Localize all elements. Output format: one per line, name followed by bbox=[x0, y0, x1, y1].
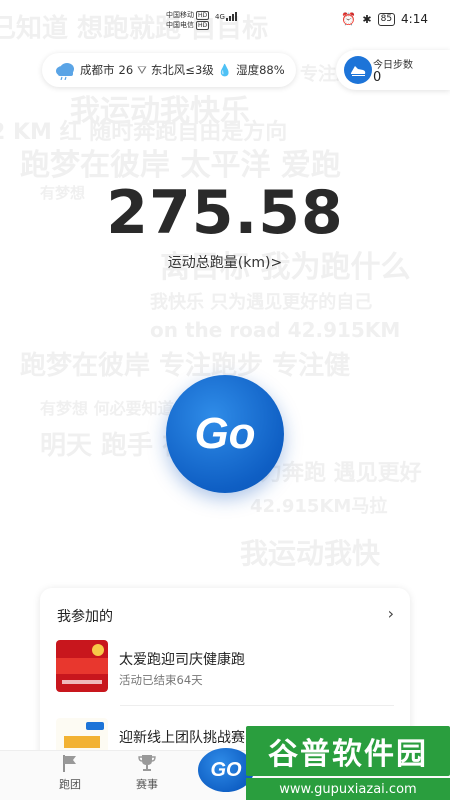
weather-wind: 东北风≤3级 bbox=[150, 63, 214, 77]
nav-label: 跑团 bbox=[59, 778, 81, 791]
wind-icon: ⛛ bbox=[137, 62, 147, 77]
steps-value: 0 bbox=[373, 70, 382, 85]
flag-icon bbox=[63, 755, 76, 772]
nav-item-events[interactable]: 赛事 bbox=[117, 753, 177, 792]
cloud-rain-icon bbox=[54, 62, 76, 80]
carrier-1: 中国移动 bbox=[166, 11, 194, 19]
event-name: 迎新线上团队挑战赛 bbox=[119, 730, 245, 746]
start-run-button[interactable]: Go bbox=[166, 375, 284, 493]
background-line: 我运动我快 bbox=[240, 537, 381, 570]
event-name: 太爱跑迎司庆健康跑 bbox=[119, 652, 245, 668]
status-bar: 中国移动 HD 中国电信 HD 4G ⏰ ✱ 85 4:14 bbox=[0, 0, 450, 40]
battery-icon: 85 bbox=[377, 12, 396, 26]
background-line: 我快乐 只为遇见更好的自己 bbox=[150, 292, 373, 313]
total-distance: 275.58 bbox=[106, 178, 344, 248]
background-line: 42.915KM马拉 bbox=[250, 496, 388, 517]
background-line: 跑梦在彼岸 专注跑步 专注健 bbox=[20, 351, 351, 381]
weather-city: 成都市 bbox=[80, 63, 115, 77]
signal-icon: 4G bbox=[215, 12, 237, 21]
carrier-2: 中国电信 bbox=[166, 21, 194, 29]
background-line: 力奔跑 遇见更好 bbox=[260, 461, 422, 486]
go-label: Go bbox=[194, 409, 256, 458]
divider bbox=[120, 705, 394, 706]
shoe-icon bbox=[344, 56, 372, 84]
total-distance-link[interactable]: 运动总跑量(km)> bbox=[0, 252, 450, 272]
nav-item-team[interactable]: 跑团 bbox=[40, 753, 100, 792]
background-line: on the road 42.915KM bbox=[150, 318, 401, 342]
carrier-info: 中国移动 HD 中国电信 HD bbox=[166, 10, 210, 30]
clock: 4:14 bbox=[401, 12, 428, 26]
status-right: ⏰ ✱ 85 4:14 bbox=[341, 12, 428, 26]
site-watermark: 谷普软件园 www.gupuxiazai.com bbox=[246, 726, 450, 800]
weather-humidity: 湿度88% bbox=[236, 63, 285, 77]
watermark-url: www.gupuxiazai.com bbox=[246, 778, 450, 800]
weather-temperature: 26 bbox=[118, 63, 134, 77]
card-title: 我参加的 bbox=[57, 609, 113, 625]
chevron-right-icon[interactable]: › bbox=[388, 604, 394, 623]
humidity-icon: 💧 bbox=[217, 63, 233, 77]
event-item[interactable]: 太爱跑迎司庆健康跑 活动已结束64天 bbox=[56, 640, 396, 696]
alarm-icon: ⏰ bbox=[341, 12, 357, 26]
weather-widget[interactable]: 成都市 26 ⛛ 东北风≤3级 💧 湿度88% bbox=[42, 53, 296, 87]
event-thumbnail bbox=[56, 640, 108, 692]
watermark-text: 谷普软件园 bbox=[246, 726, 450, 776]
steps-widget[interactable]: 今日步数 0 bbox=[336, 50, 450, 90]
bluetooth-icon: ✱ bbox=[362, 12, 372, 26]
trophy-icon bbox=[138, 755, 156, 771]
steps-label: 今日步数 bbox=[373, 60, 413, 71]
event-status: 活动已结束64天 bbox=[119, 673, 203, 687]
nav-label: 赛事 bbox=[136, 778, 158, 791]
